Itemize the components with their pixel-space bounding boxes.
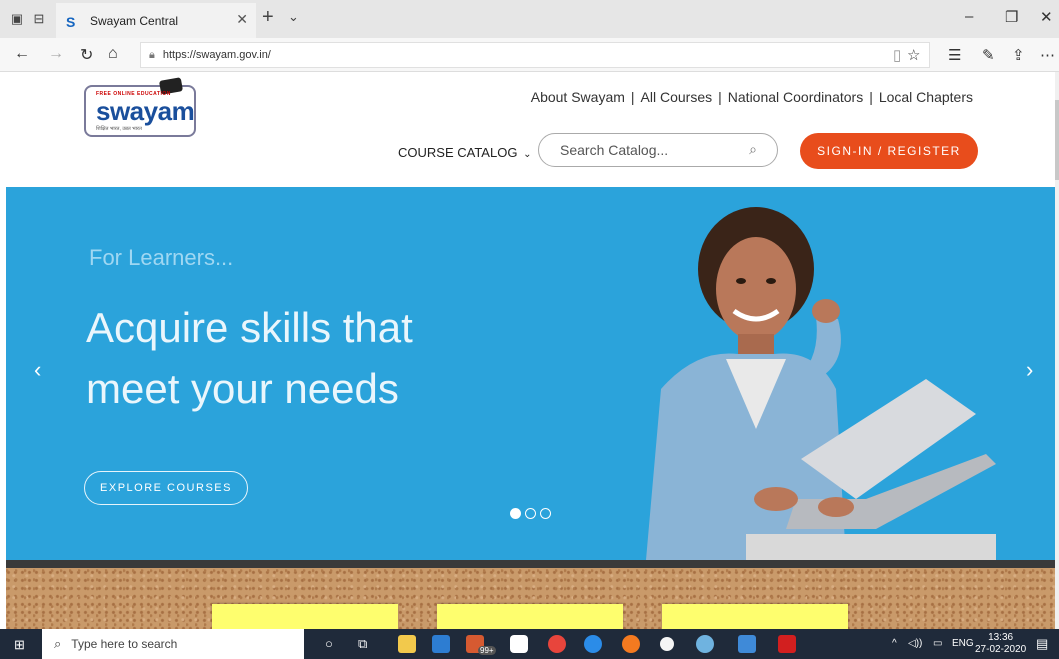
search-placeholder: Search Catalog...	[560, 142, 669, 158]
taskbar-search-placeholder: Type here to search	[71, 637, 178, 651]
cortana-icon[interactable]: ○	[325, 636, 333, 651]
swayam-logo[interactable]: FREE ONLINE EDUCATION swayam शिक्षित भार…	[84, 77, 196, 137]
reading-view-icon[interactable]: ▯	[893, 46, 901, 64]
task-view-icon[interactable]: ⧉	[358, 636, 367, 652]
notepad-icon[interactable]	[738, 635, 756, 653]
windows-taskbar: ⊞ ⌕ Type here to search ○ ⧉ 99+ ^ ◁)) ▭ …	[0, 629, 1059, 659]
divider-strip	[6, 560, 1055, 568]
share-icon[interactable]: ⇪	[1012, 46, 1025, 64]
search-catalog-input[interactable]: Search Catalog... ⌕	[538, 133, 778, 167]
sign-in-register-button[interactable]: SIGN-IN / REGISTER	[800, 133, 978, 169]
show-hidden-icons-chevron-icon[interactable]: ^	[892, 638, 897, 649]
site-header: FREE ONLINE EDUCATION swayam शिक्षित भार…	[0, 72, 1055, 187]
clock-time: 13:36	[988, 632, 1014, 643]
browser-tab-bar: ▣ ⊟ S Swayam Central ✕ + ⌄ – ❐ ✕	[0, 0, 1059, 38]
hero-eyebrow: For Learners...	[89, 245, 234, 270]
carousel-dot[interactable]	[525, 508, 536, 519]
url-field[interactable]: 🔒︎ https://swayam.gov.in/	[140, 42, 930, 68]
scrollbar-thumb[interactable]	[1055, 100, 1059, 180]
carousel-dot[interactable]	[540, 508, 551, 519]
action-center-icon[interactable]: ▤	[1036, 636, 1048, 652]
top-nav-links: About Swayam | All Courses | National Co…	[531, 89, 973, 105]
cork-board-section	[6, 568, 1055, 634]
hero-headline: Acquire skills that meet your needs	[86, 304, 413, 412]
back-icon[interactable]: ←	[14, 45, 30, 63]
more-menu-icon[interactable]: ⋯	[1040, 46, 1055, 64]
chevron-down-icon: ⌄	[523, 149, 532, 160]
paint-app-icon[interactable]	[696, 635, 714, 653]
restore-icon[interactable]: ❐	[1005, 8, 1018, 26]
hero-carousel: For Learners... Acquire skills that meet…	[6, 187, 1055, 560]
link-about-swayam[interactable]: About Swayam	[531, 89, 625, 105]
new-tab-icon[interactable]: +	[262, 6, 274, 29]
clock-date: 27-02-2020	[975, 644, 1027, 655]
browser-tab[interactable]: S Swayam Central ✕	[56, 3, 256, 38]
language-indicator[interactable]: ENG	[952, 638, 974, 649]
carousel-prev-icon[interactable]: ‹	[34, 357, 41, 383]
explore-courses-button[interactable]: EXPLORE COURSES	[84, 471, 248, 505]
search-icon[interactable]: ⌕	[749, 141, 757, 158]
speaker-icon[interactable]: ◁))	[908, 638, 922, 649]
window-close-icon[interactable]: ✕	[1040, 8, 1053, 26]
link-all-courses[interactable]: All Courses	[641, 89, 713, 105]
address-bar-row: ← → ↻ ⌂ 🔒︎ https://swayam.gov.in/ ▯ ☆ ☰ …	[0, 38, 1059, 72]
notification-badge: 99+	[478, 646, 496, 655]
edge-icon[interactable]	[584, 635, 602, 653]
lock-icon: 🔒︎	[149, 48, 155, 61]
taskbar-search-field[interactable]: ⌕ Type here to search	[42, 629, 304, 659]
forward-icon[interactable]: →	[48, 45, 64, 63]
swayam-favicon-icon: S	[66, 13, 76, 30]
tab-list-chevron-icon[interactable]: ⌄	[288, 9, 299, 25]
acrobat-reader-icon[interactable]	[778, 635, 796, 653]
link-local-chapters[interactable]: Local Chapters	[879, 89, 973, 105]
minimize-icon[interactable]: –	[965, 8, 973, 25]
link-separator: |	[718, 89, 722, 105]
carousel-next-icon[interactable]: ›	[1026, 357, 1033, 383]
logo-wordmark: swayam	[96, 96, 195, 126]
microsoft-store-icon[interactable]	[510, 635, 528, 653]
system-clock[interactable]: 13:36 27-02-2020	[975, 632, 1026, 656]
link-separator: |	[869, 89, 873, 105]
security-shield-icon[interactable]	[660, 637, 674, 651]
tab-preview-icon[interactable]: ⊟	[30, 10, 48, 28]
course-catalog-dropdown[interactable]: COURSE CATALOG ⌄	[398, 145, 531, 160]
chrome-icon[interactable]	[548, 635, 566, 653]
carousel-dot[interactable]	[510, 508, 521, 519]
refresh-icon[interactable]: ↻	[80, 45, 93, 65]
url-text: https://swayam.gov.in/	[162, 49, 271, 61]
pen-notes-icon[interactable]: ✎	[982, 46, 995, 64]
search-icon: ⌕	[54, 636, 62, 651]
tab-title: Swayam Central	[90, 13, 179, 28]
course-catalog-label: COURSE CATALOG	[398, 145, 518, 160]
link-separator: |	[630, 89, 635, 105]
link-national-coordinators[interactable]: National Coordinators	[728, 89, 863, 105]
logo-tagline-bottom: शिक्षित भारत, उन्नत भारत	[96, 126, 142, 132]
network-icon[interactable]: ▭	[933, 638, 942, 649]
file-explorer-icon[interactable]	[398, 635, 416, 653]
learner-with-laptop-image	[646, 207, 996, 560]
tabs-aside-icon[interactable]: ▣	[8, 10, 26, 28]
carousel-indicators	[510, 508, 551, 519]
windows-start-icon[interactable]: ⊞	[14, 637, 25, 653]
store-app-icon[interactable]	[432, 635, 450, 653]
home-icon[interactable]: ⌂	[108, 45, 118, 63]
firefox-icon[interactable]	[622, 635, 640, 653]
close-tab-icon[interactable]: ✕	[236, 11, 248, 28]
favorites-list-icon[interactable]: ☰	[948, 46, 961, 64]
favorite-star-icon[interactable]: ☆	[907, 46, 920, 64]
